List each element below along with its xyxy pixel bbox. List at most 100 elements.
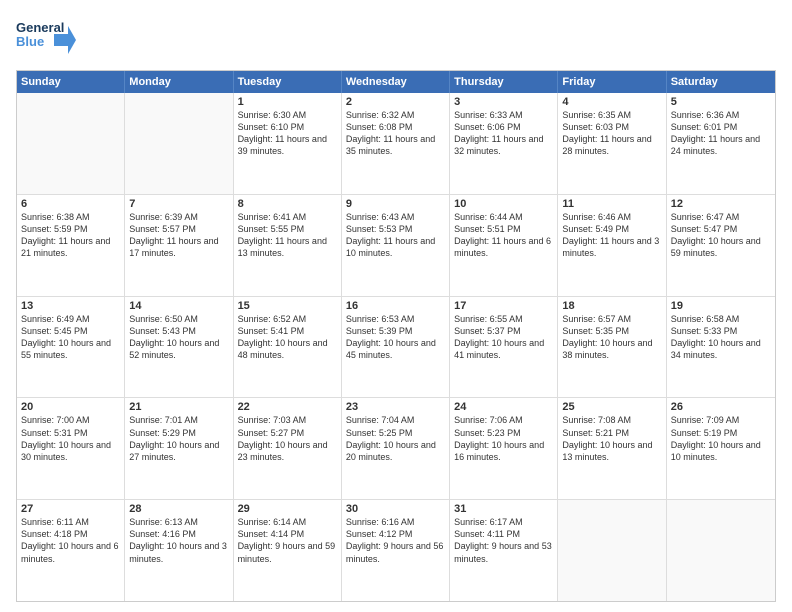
cell-info: Sunrise: 6:16 AM Sunset: 4:12 PM Dayligh… [346, 516, 445, 565]
day-number: 25 [562, 401, 661, 413]
cell-info: Sunrise: 6:13 AM Sunset: 4:16 PM Dayligh… [129, 516, 228, 565]
calendar-cell: 8Sunrise: 6:41 AM Sunset: 5:55 PM Daylig… [234, 195, 342, 296]
calendar-row: 13Sunrise: 6:49 AM Sunset: 5:45 PM Dayli… [17, 296, 775, 398]
calendar-cell: 14Sunrise: 6:50 AM Sunset: 5:43 PM Dayli… [125, 297, 233, 398]
calendar-cell: 12Sunrise: 6:47 AM Sunset: 5:47 PM Dayli… [667, 195, 775, 296]
cell-info: Sunrise: 6:57 AM Sunset: 5:35 PM Dayligh… [562, 313, 661, 362]
calendar-cell: 5Sunrise: 6:36 AM Sunset: 6:01 PM Daylig… [667, 93, 775, 194]
day-number: 13 [21, 300, 120, 312]
calendar-cell [558, 500, 666, 601]
cell-info: Sunrise: 6:33 AM Sunset: 6:06 PM Dayligh… [454, 109, 553, 158]
cell-info: Sunrise: 6:39 AM Sunset: 5:57 PM Dayligh… [129, 211, 228, 260]
day-number: 2 [346, 96, 445, 108]
calendar-cell: 30Sunrise: 6:16 AM Sunset: 4:12 PM Dayli… [342, 500, 450, 601]
cell-info: Sunrise: 6:47 AM Sunset: 5:47 PM Dayligh… [671, 211, 771, 260]
day-number: 5 [671, 96, 771, 108]
svg-text:Blue: Blue [16, 34, 44, 49]
calendar-cell: 3Sunrise: 6:33 AM Sunset: 6:06 PM Daylig… [450, 93, 558, 194]
day-number: 10 [454, 198, 553, 210]
day-number: 17 [454, 300, 553, 312]
weekday-header: Tuesday [234, 71, 342, 93]
cell-info: Sunrise: 7:09 AM Sunset: 5:19 PM Dayligh… [671, 414, 771, 463]
day-number: 28 [129, 503, 228, 515]
calendar-cell: 11Sunrise: 6:46 AM Sunset: 5:49 PM Dayli… [558, 195, 666, 296]
cell-info: Sunrise: 6:50 AM Sunset: 5:43 PM Dayligh… [129, 313, 228, 362]
calendar-cell [125, 93, 233, 194]
cell-info: Sunrise: 6:43 AM Sunset: 5:53 PM Dayligh… [346, 211, 445, 260]
calendar-cell: 20Sunrise: 7:00 AM Sunset: 5:31 PM Dayli… [17, 398, 125, 499]
calendar-cell: 4Sunrise: 6:35 AM Sunset: 6:03 PM Daylig… [558, 93, 666, 194]
day-number: 22 [238, 401, 337, 413]
calendar-cell: 26Sunrise: 7:09 AM Sunset: 5:19 PM Dayli… [667, 398, 775, 499]
calendar-header: SundayMondayTuesdayWednesdayThursdayFrid… [17, 71, 775, 93]
cell-info: Sunrise: 6:46 AM Sunset: 5:49 PM Dayligh… [562, 211, 661, 260]
logo-icon: General Blue [16, 16, 76, 60]
calendar-cell: 19Sunrise: 6:58 AM Sunset: 5:33 PM Dayli… [667, 297, 775, 398]
cell-info: Sunrise: 7:01 AM Sunset: 5:29 PM Dayligh… [129, 414, 228, 463]
calendar-cell: 29Sunrise: 6:14 AM Sunset: 4:14 PM Dayli… [234, 500, 342, 601]
calendar-cell: 15Sunrise: 6:52 AM Sunset: 5:41 PM Dayli… [234, 297, 342, 398]
cell-info: Sunrise: 6:17 AM Sunset: 4:11 PM Dayligh… [454, 516, 553, 565]
day-number: 27 [21, 503, 120, 515]
calendar-cell: 10Sunrise: 6:44 AM Sunset: 5:51 PM Dayli… [450, 195, 558, 296]
page-header: General Blue [16, 16, 776, 60]
calendar-cell: 28Sunrise: 6:13 AM Sunset: 4:16 PM Dayli… [125, 500, 233, 601]
day-number: 4 [562, 96, 661, 108]
day-number: 19 [671, 300, 771, 312]
calendar-cell: 27Sunrise: 6:11 AM Sunset: 4:18 PM Dayli… [17, 500, 125, 601]
cell-info: Sunrise: 7:03 AM Sunset: 5:27 PM Dayligh… [238, 414, 337, 463]
day-number: 20 [21, 401, 120, 413]
day-number: 21 [129, 401, 228, 413]
day-number: 15 [238, 300, 337, 312]
weekday-header: Monday [125, 71, 233, 93]
calendar-cell: 31Sunrise: 6:17 AM Sunset: 4:11 PM Dayli… [450, 500, 558, 601]
calendar-cell: 25Sunrise: 7:08 AM Sunset: 5:21 PM Dayli… [558, 398, 666, 499]
day-number: 14 [129, 300, 228, 312]
cell-info: Sunrise: 7:04 AM Sunset: 5:25 PM Dayligh… [346, 414, 445, 463]
day-number: 1 [238, 96, 337, 108]
day-number: 3 [454, 96, 553, 108]
day-number: 23 [346, 401, 445, 413]
cell-info: Sunrise: 6:55 AM Sunset: 5:37 PM Dayligh… [454, 313, 553, 362]
weekday-header: Saturday [667, 71, 775, 93]
calendar-body: 1Sunrise: 6:30 AM Sunset: 6:10 PM Daylig… [17, 93, 775, 601]
calendar-cell: 18Sunrise: 6:57 AM Sunset: 5:35 PM Dayli… [558, 297, 666, 398]
calendar-cell: 21Sunrise: 7:01 AM Sunset: 5:29 PM Dayli… [125, 398, 233, 499]
calendar-row: 20Sunrise: 7:00 AM Sunset: 5:31 PM Dayli… [17, 397, 775, 499]
cell-info: Sunrise: 7:08 AM Sunset: 5:21 PM Dayligh… [562, 414, 661, 463]
calendar-cell: 22Sunrise: 7:03 AM Sunset: 5:27 PM Dayli… [234, 398, 342, 499]
cell-info: Sunrise: 6:38 AM Sunset: 5:59 PM Dayligh… [21, 211, 120, 260]
day-number: 9 [346, 198, 445, 210]
day-number: 24 [454, 401, 553, 413]
weekday-header: Wednesday [342, 71, 450, 93]
weekday-header: Sunday [17, 71, 125, 93]
cell-info: Sunrise: 6:30 AM Sunset: 6:10 PM Dayligh… [238, 109, 337, 158]
day-number: 31 [454, 503, 553, 515]
calendar-cell: 17Sunrise: 6:55 AM Sunset: 5:37 PM Dayli… [450, 297, 558, 398]
day-number: 6 [21, 198, 120, 210]
weekday-header: Friday [558, 71, 666, 93]
calendar-cell [17, 93, 125, 194]
cell-info: Sunrise: 6:53 AM Sunset: 5:39 PM Dayligh… [346, 313, 445, 362]
calendar-row: 1Sunrise: 6:30 AM Sunset: 6:10 PM Daylig… [17, 93, 775, 194]
day-number: 12 [671, 198, 771, 210]
calendar-cell: 9Sunrise: 6:43 AM Sunset: 5:53 PM Daylig… [342, 195, 450, 296]
day-number: 11 [562, 198, 661, 210]
svg-text:General: General [16, 20, 64, 35]
calendar-cell: 13Sunrise: 6:49 AM Sunset: 5:45 PM Dayli… [17, 297, 125, 398]
day-number: 7 [129, 198, 228, 210]
cell-info: Sunrise: 6:49 AM Sunset: 5:45 PM Dayligh… [21, 313, 120, 362]
day-number: 30 [346, 503, 445, 515]
calendar: SundayMondayTuesdayWednesdayThursdayFrid… [16, 70, 776, 602]
day-number: 18 [562, 300, 661, 312]
day-number: 8 [238, 198, 337, 210]
day-number: 26 [671, 401, 771, 413]
calendar-cell: 16Sunrise: 6:53 AM Sunset: 5:39 PM Dayli… [342, 297, 450, 398]
calendar-cell: 6Sunrise: 6:38 AM Sunset: 5:59 PM Daylig… [17, 195, 125, 296]
calendar-row: 6Sunrise: 6:38 AM Sunset: 5:59 PM Daylig… [17, 194, 775, 296]
weekday-header: Thursday [450, 71, 558, 93]
cell-info: Sunrise: 6:58 AM Sunset: 5:33 PM Dayligh… [671, 313, 771, 362]
cell-info: Sunrise: 6:11 AM Sunset: 4:18 PM Dayligh… [21, 516, 120, 565]
day-number: 16 [346, 300, 445, 312]
calendar-cell: 1Sunrise: 6:30 AM Sunset: 6:10 PM Daylig… [234, 93, 342, 194]
